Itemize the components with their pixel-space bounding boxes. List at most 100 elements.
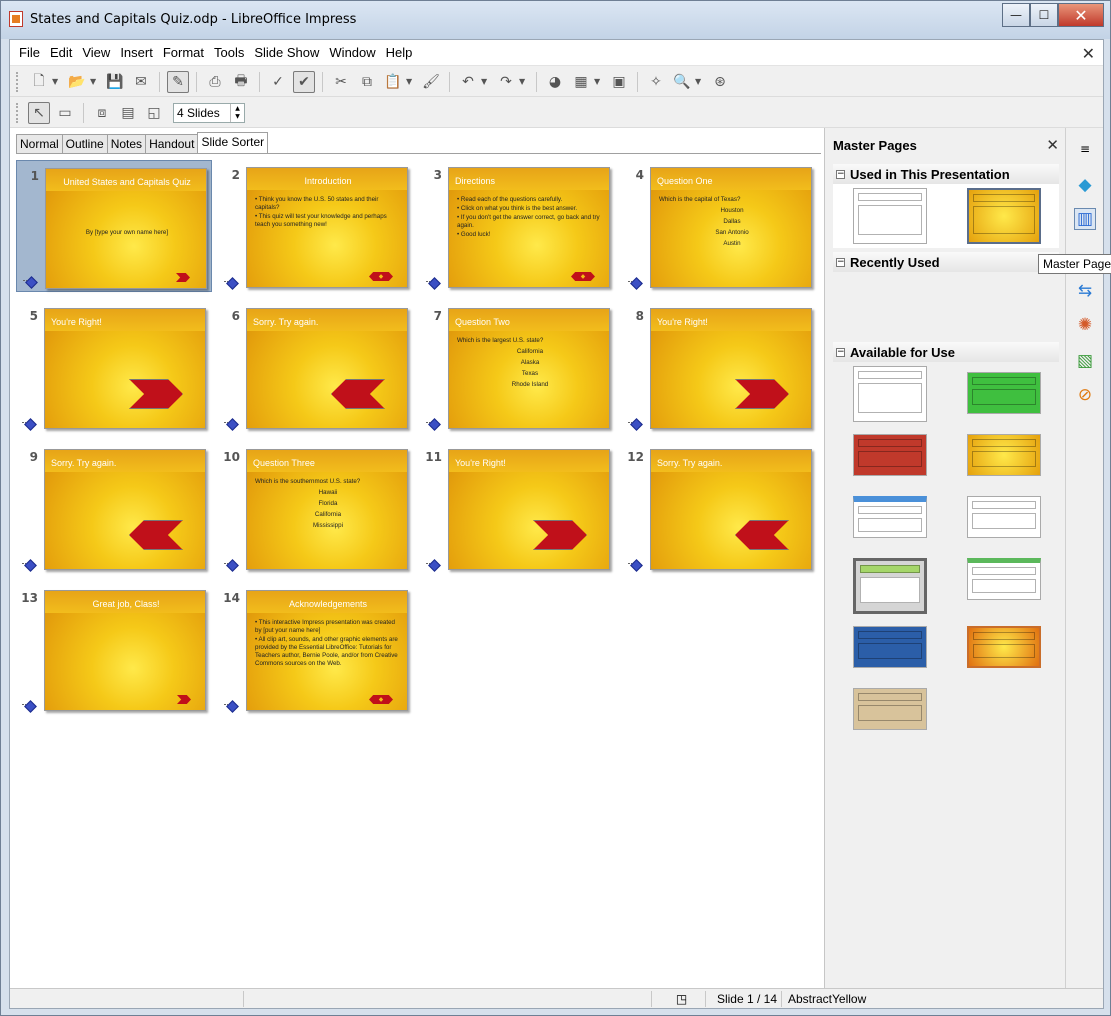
master-template-thumb[interactable] xyxy=(853,496,927,538)
properties-icon[interactable]: ◆ xyxy=(1074,174,1096,196)
spin-up-icon[interactable]: ▲ xyxy=(235,105,240,113)
select-pointer-icon[interactable]: ↖ xyxy=(28,101,50,124)
slide-transition-icon[interactable]: ⧈ xyxy=(91,102,113,124)
paste-dropdown-icon[interactable]: ▼ xyxy=(406,77,414,86)
master-template-thumb[interactable] xyxy=(967,558,1041,600)
slide-transition-panel-icon[interactable]: ✺ xyxy=(1074,314,1096,336)
slide-thumb-6[interactable]: 6 Sorry. Try again. xyxy=(218,301,414,433)
transition-icon[interactable] xyxy=(22,701,34,711)
new-dropdown-icon[interactable]: ▼ xyxy=(52,77,60,86)
close-button[interactable]: ✕ xyxy=(1058,3,1104,27)
undo-dropdown-icon[interactable]: ▼ xyxy=(481,77,489,86)
edit-file-icon[interactable]: ✎ xyxy=(167,70,189,93)
slide-thumb-4[interactable]: 4 Question One Which is the capital of T… xyxy=(622,160,818,292)
transition-icon[interactable] xyxy=(426,419,438,429)
master-template-thumb[interactable] xyxy=(853,366,927,422)
slides-per-row-value[interactable]: 4 Slides xyxy=(174,106,230,120)
master-template-thumb[interactable] xyxy=(853,688,927,730)
navigator-panel-icon[interactable]: ⊘ xyxy=(1074,384,1096,406)
zoom-icon[interactable]: 🔍 xyxy=(671,71,693,93)
table-dropdown-icon[interactable]: ▼ xyxy=(594,77,602,86)
slide-thumb-14[interactable]: 14 Acknowledgements This interactive Imp… xyxy=(218,583,414,715)
export-pdf-icon[interactable]: ⎙ xyxy=(204,71,226,93)
section-available[interactable]: − Available for Use xyxy=(833,342,1059,362)
redo-dropdown-icon[interactable]: ▼ xyxy=(519,77,527,86)
menu-edit[interactable]: Edit xyxy=(45,45,77,60)
transition-icon[interactable] xyxy=(628,278,640,288)
new-document-icon[interactable]: 🗋 xyxy=(28,71,50,93)
transition-icon[interactable] xyxy=(224,419,236,429)
tab-normal[interactable]: Normal xyxy=(16,134,62,154)
toolbar-handle[interactable] xyxy=(16,102,20,123)
transition-icon[interactable] xyxy=(426,560,438,570)
master-abstract-yellow-thumb[interactable] xyxy=(967,188,1041,244)
transition-icon[interactable] xyxy=(628,419,640,429)
slide-thumb-10[interactable]: 10 Question Three Which is the southernm… xyxy=(218,442,414,574)
save-icon[interactable]: 💾 xyxy=(104,71,126,93)
spin-down-icon[interactable]: ▼ xyxy=(235,113,240,121)
slide-thumb-11[interactable]: 11 You're Right! xyxy=(420,442,616,574)
maximize-button[interactable]: ☐ xyxy=(1030,3,1058,27)
section-recent[interactable]: − Recently Used xyxy=(833,252,1059,272)
transition-icon[interactable] xyxy=(22,419,34,429)
master-pages-icon[interactable]: ▥ xyxy=(1074,208,1096,230)
help-icon[interactable]: ⊛ xyxy=(709,71,731,93)
menu-tools[interactable]: Tools xyxy=(209,45,249,60)
transition-icon[interactable] xyxy=(224,278,236,288)
tab-outline[interactable]: Outline xyxy=(61,134,107,154)
menu-window[interactable]: Window xyxy=(324,45,380,60)
custom-animation-icon[interactable]: ⇆ xyxy=(1074,280,1096,302)
menu-file[interactable]: File xyxy=(14,45,45,60)
rehearse-timings-icon[interactable]: ◱ xyxy=(143,102,165,124)
slide-thumb-5[interactable]: 5 You're Right! xyxy=(16,301,212,433)
master-template-thumb[interactable] xyxy=(967,496,1041,538)
movie-icon[interactable]: ▣ xyxy=(608,71,630,93)
master-template-thumb[interactable] xyxy=(853,626,927,668)
undo-icon[interactable]: ↶ xyxy=(457,71,479,93)
cut-icon[interactable]: ✂ xyxy=(330,71,352,93)
master-template-thumb[interactable] xyxy=(967,626,1041,668)
paste-icon[interactable]: 📋 xyxy=(382,71,404,93)
transition-icon[interactable] xyxy=(224,701,236,711)
panel-close-icon[interactable]: ✕ xyxy=(1046,136,1059,154)
toolbar-handle[interactable] xyxy=(16,71,20,92)
menu-help[interactable]: Help xyxy=(381,45,418,60)
document-modified-icon[interactable]: ◳ xyxy=(652,990,706,1007)
slide-thumb-12[interactable]: 12 Sorry. Try again. xyxy=(622,442,818,574)
slide-thumb-2[interactable]: 2 Introduction Think you know the U.S. 5… xyxy=(218,160,414,292)
navigator-icon[interactable]: ✧ xyxy=(645,71,667,93)
copy-icon[interactable]: ⧉ xyxy=(356,71,378,93)
slide-thumb-9[interactable]: 9 Sorry. Try again. xyxy=(16,442,212,574)
master-default-thumb[interactable] xyxy=(853,188,927,244)
slide-show-icon[interactable]: ▭ xyxy=(54,102,76,124)
tab-notes[interactable]: Notes xyxy=(106,134,146,154)
spellcheck-icon[interactable]: ✓ xyxy=(267,71,289,93)
slides-per-row-spinner[interactable]: 4 Slides ▲ ▼ xyxy=(173,102,245,123)
master-template-thumb[interactable] xyxy=(853,434,927,476)
redo-icon[interactable]: ↷ xyxy=(495,71,517,93)
menu-insert[interactable]: Insert xyxy=(115,45,158,60)
transition-icon[interactable] xyxy=(426,278,438,288)
collapse-icon[interactable]: − xyxy=(836,169,845,179)
collapse-icon[interactable]: − xyxy=(836,257,845,267)
section-used[interactable]: − Used in This Presentation xyxy=(833,164,1059,184)
transition-icon[interactable] xyxy=(628,560,640,570)
collapse-icon[interactable]: − xyxy=(836,347,845,357)
transition-icon[interactable] xyxy=(22,560,34,570)
slide-thumb-7[interactable]: 7 Question Two Which is the largest U.S.… xyxy=(420,301,616,433)
master-template-thumb[interactable] xyxy=(853,558,927,614)
menu-slide-show[interactable]: Slide Show xyxy=(249,45,324,60)
slide-thumb-13[interactable]: 13 Great job, Class! xyxy=(16,583,212,715)
open-folder-icon[interactable]: 📂 xyxy=(66,71,88,93)
slide-thumb-8[interactable]: 8 You're Right! xyxy=(622,301,818,433)
menu-view[interactable]: View xyxy=(77,45,115,60)
print-icon[interactable]: 🖶 xyxy=(230,71,252,93)
clone-formatting-icon[interactable]: 🖌 xyxy=(420,71,442,93)
minimize-button[interactable]: — xyxy=(1002,3,1030,27)
gallery-icon[interactable]: ▧ xyxy=(1074,350,1096,372)
slide-thumb-1[interactable]: 1 United States and Capitals Quiz By [ty… xyxy=(16,160,212,292)
menu-format[interactable]: Format xyxy=(158,45,209,60)
tab-handout[interactable]: Handout xyxy=(145,134,198,154)
slide-thumb-3[interactable]: 3 Directions Read each of the questions … xyxy=(420,160,616,292)
sidebar-menu-icon[interactable]: ≡ xyxy=(1074,138,1096,160)
